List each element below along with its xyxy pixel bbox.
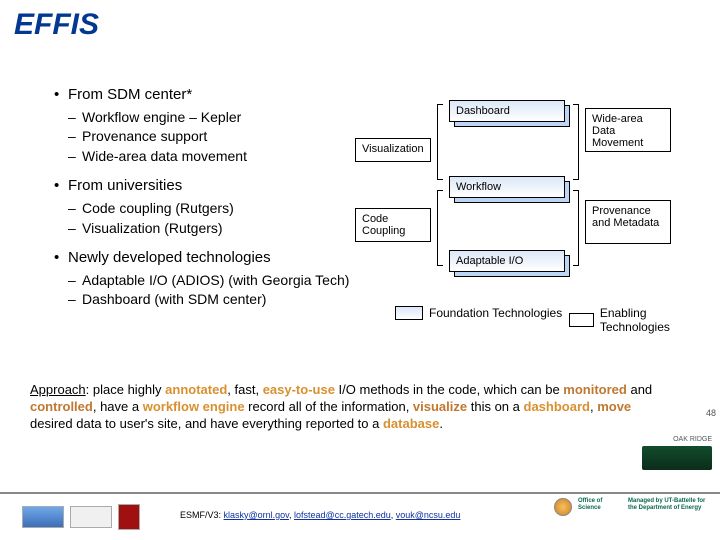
swatch-enabling: [569, 313, 594, 327]
footer-divider: [0, 492, 720, 494]
sub-visualization: Visualization (Rutgers): [54, 220, 354, 238]
sub-widearea: Wide-area data movement: [54, 148, 354, 166]
footer-logos-left: [22, 504, 140, 530]
ncsu-logo: [118, 504, 140, 530]
approach-t7: this on a: [467, 399, 523, 414]
legend-enabling: Enabling Technologies: [569, 306, 705, 334]
hl-database: database: [383, 416, 439, 431]
box-visualization: Visualization: [355, 138, 431, 162]
sub-code-coupling: Code coupling (Rutgers): [54, 200, 354, 218]
page-number: 48: [706, 408, 716, 418]
swatch-foundation: [395, 306, 423, 320]
sub-kepler: Workflow engine – Kepler: [54, 109, 354, 127]
hl-monitored: monitored: [563, 382, 627, 397]
credits-prefix: ESMF/V3:: [180, 510, 224, 520]
box-workflow: Workflow: [449, 176, 565, 198]
box-dashboard: Dashboard: [449, 100, 565, 122]
bullet-sdm-center: From SDM center*: [54, 86, 354, 105]
slide-title: EFFIS: [14, 8, 99, 42]
approach-paragraph: Approach: place highly annotated, fast, …: [30, 382, 660, 433]
ornl-label-text: OAK RIDGE: [673, 436, 712, 443]
architecture-diagram: Visualization Code Coupling Dashboard Wo…: [355, 100, 705, 330]
bullet-list-left: From SDM center* Workflow engine – Keple…: [54, 86, 354, 311]
bullet-universities: From universities: [54, 177, 354, 196]
office-of-science-label: Office of Science: [578, 498, 622, 511]
footer-bar: ESMF/V3: klasky@ornl.gov, lofstead@cc.ga…: [0, 492, 720, 540]
legend-enabling-label: Enabling Technologies: [600, 306, 705, 334]
footer-credits: ESMF/V3: klasky@ornl.gov, lofstead@cc.ga…: [180, 510, 460, 520]
ornl-logo: [642, 446, 712, 470]
sub-provenance: Provenance support: [54, 128, 354, 146]
email-vouk[interactable]: vouk@ncsu.edu: [396, 510, 461, 520]
bullet-new-tech: Newly developed technologies: [54, 249, 354, 268]
approach-t5: , have a: [93, 399, 143, 414]
hl-controlled: controlled: [30, 399, 93, 414]
sdm-logo: [22, 506, 64, 528]
approach-label: Approach: [30, 382, 86, 397]
approach-t1: : place highly: [86, 382, 166, 397]
georgia-tech-logo: [70, 506, 112, 528]
hl-annotated: annotated: [165, 382, 227, 397]
approach-t6: record all of the information,: [245, 399, 413, 414]
box-wide-area: Wide-area Data Movement: [585, 108, 671, 152]
approach-t9: desired data to user's site, and have ev…: [30, 416, 383, 431]
legend-foundation-label: Foundation Technologies: [429, 306, 562, 320]
email-lofstead[interactable]: lofstead@cc.gatech.edu: [294, 510, 391, 520]
hl-visualize: visualize: [413, 399, 467, 414]
doe-seal-icon: [554, 498, 572, 516]
hl-workflow: workflow engine: [143, 399, 245, 414]
approach-t3: I/O methods in the code, which can be: [335, 382, 563, 397]
hl-dashboard: dashboard: [524, 399, 590, 414]
approach-t4: and: [627, 382, 652, 397]
approach-t10: .: [439, 416, 443, 431]
box-code-coupling: Code Coupling: [355, 208, 431, 242]
approach-t2: , fast,: [227, 382, 262, 397]
sub-adios: Adaptable I/O (ADIOS) (with Georgia Tech…: [54, 272, 354, 290]
hl-easy: easy-to-use: [263, 382, 335, 397]
sub-dashboard: Dashboard (with SDM center): [54, 291, 354, 309]
managed-by-text: Managed by UT-Battelle for the Departmen…: [628, 498, 708, 511]
footer-logos-right: Office of Science Managed by UT-Battelle…: [554, 498, 708, 516]
hl-move: move: [597, 399, 631, 414]
email-klasky[interactable]: klasky@ornl.gov: [224, 510, 290, 520]
box-provenance: Provenance and Metadata: [585, 200, 671, 244]
legend-foundation: Foundation Technologies: [395, 306, 562, 320]
box-adaptable-io: Adaptable I/O: [449, 250, 565, 272]
